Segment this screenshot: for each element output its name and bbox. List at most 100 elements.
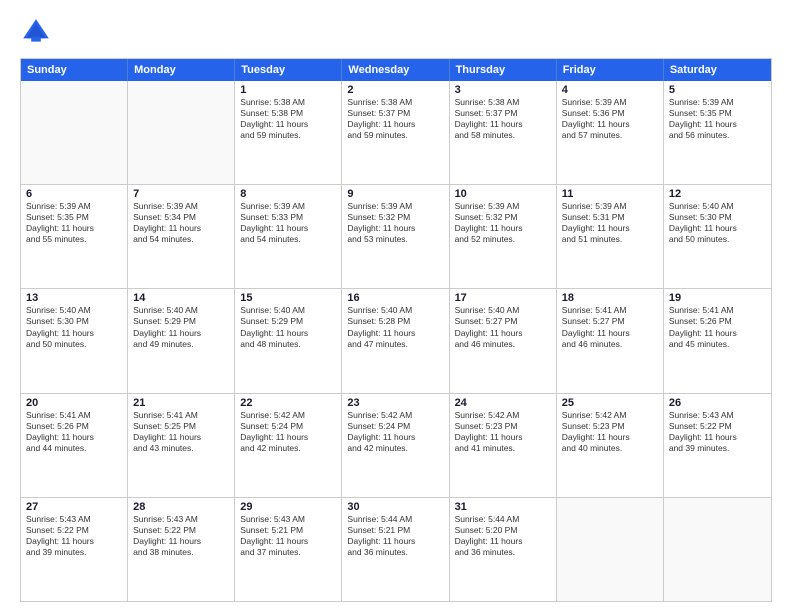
cell-info-line: Daylight: 11 hours [26, 432, 122, 443]
cell-info-line: and 36 minutes. [455, 547, 551, 558]
cell-info-line: Sunrise: 5:40 AM [26, 305, 122, 316]
cell-info-line: Sunrise: 5:39 AM [347, 201, 443, 212]
cell-info-line: Sunrise: 5:43 AM [133, 514, 229, 525]
day-number: 30 [347, 501, 443, 513]
cell-info-line: Sunrise: 5:39 AM [133, 201, 229, 212]
calendar-row-2: 6Sunrise: 5:39 AMSunset: 5:35 PMDaylight… [21, 184, 771, 288]
cell-info-line: Daylight: 11 hours [669, 223, 766, 234]
header-day-saturday: Saturday [664, 59, 771, 81]
cell-info-line: Sunrise: 5:38 AM [347, 97, 443, 108]
cell-info-line: and 42 minutes. [240, 443, 336, 454]
cell-info-line: Sunrise: 5:43 AM [26, 514, 122, 525]
cell-info-line: Sunrise: 5:42 AM [455, 410, 551, 421]
cell-info-line: and 54 minutes. [240, 234, 336, 245]
cell-info-line: Sunset: 5:38 PM [240, 108, 336, 119]
cell-info-line: Daylight: 11 hours [347, 328, 443, 339]
calendar-cell: 15Sunrise: 5:40 AMSunset: 5:29 PMDayligh… [235, 289, 342, 392]
calendar-cell: 1Sunrise: 5:38 AMSunset: 5:38 PMDaylight… [235, 81, 342, 184]
cell-info-line: Sunset: 5:37 PM [455, 108, 551, 119]
day-number: 28 [133, 501, 229, 513]
header-day-tuesday: Tuesday [235, 59, 342, 81]
header-day-monday: Monday [128, 59, 235, 81]
cell-info-line: Sunset: 5:33 PM [240, 212, 336, 223]
calendar-cell: 22Sunrise: 5:42 AMSunset: 5:24 PMDayligh… [235, 394, 342, 497]
calendar-cell: 13Sunrise: 5:40 AMSunset: 5:30 PMDayligh… [21, 289, 128, 392]
cell-info-line: Daylight: 11 hours [455, 119, 551, 130]
cell-info-line: and 39 minutes. [26, 547, 122, 558]
day-number: 22 [240, 397, 336, 409]
calendar-cell: 2Sunrise: 5:38 AMSunset: 5:37 PMDaylight… [342, 81, 449, 184]
cell-info-line: Sunset: 5:25 PM [133, 421, 229, 432]
calendar-cell: 26Sunrise: 5:43 AMSunset: 5:22 PMDayligh… [664, 394, 771, 497]
cell-info-line: Sunrise: 5:39 AM [669, 97, 766, 108]
calendar-cell: 5Sunrise: 5:39 AMSunset: 5:35 PMDaylight… [664, 81, 771, 184]
day-number: 23 [347, 397, 443, 409]
cell-info-line: Sunset: 5:21 PM [347, 525, 443, 536]
cell-info-line: Sunset: 5:22 PM [26, 525, 122, 536]
day-number: 14 [133, 292, 229, 304]
calendar-header: SundayMondayTuesdayWednesdayThursdayFrid… [21, 59, 771, 81]
cell-info-line: Daylight: 11 hours [455, 328, 551, 339]
cell-info-line: Sunrise: 5:41 AM [669, 305, 766, 316]
cell-info-line: Daylight: 11 hours [133, 536, 229, 547]
day-number: 5 [669, 84, 766, 96]
cell-info-line: and 50 minutes. [26, 339, 122, 350]
calendar-cell [128, 81, 235, 184]
header-day-thursday: Thursday [450, 59, 557, 81]
calendar-cell: 16Sunrise: 5:40 AMSunset: 5:28 PMDayligh… [342, 289, 449, 392]
cell-info-line: Sunset: 5:26 PM [26, 421, 122, 432]
cell-info-line: Daylight: 11 hours [562, 223, 658, 234]
calendar-row-4: 20Sunrise: 5:41 AMSunset: 5:26 PMDayligh… [21, 393, 771, 497]
cell-info-line: Sunrise: 5:38 AM [240, 97, 336, 108]
cell-info-line: Daylight: 11 hours [455, 223, 551, 234]
day-number: 4 [562, 84, 658, 96]
cell-info-line: and 54 minutes. [133, 234, 229, 245]
cell-info-line: and 52 minutes. [455, 234, 551, 245]
calendar-cell: 12Sunrise: 5:40 AMSunset: 5:30 PMDayligh… [664, 185, 771, 288]
day-number: 26 [669, 397, 766, 409]
cell-info-line: Daylight: 11 hours [133, 223, 229, 234]
day-number: 19 [669, 292, 766, 304]
cell-info-line: Sunset: 5:32 PM [455, 212, 551, 223]
calendar-cell: 11Sunrise: 5:39 AMSunset: 5:31 PMDayligh… [557, 185, 664, 288]
cell-info-line: Daylight: 11 hours [347, 536, 443, 547]
cell-info-line: and 51 minutes. [562, 234, 658, 245]
cell-info-line: and 37 minutes. [240, 547, 336, 558]
cell-info-line: and 59 minutes. [240, 130, 336, 141]
cell-info-line: Daylight: 11 hours [347, 119, 443, 130]
cell-info-line: and 56 minutes. [669, 130, 766, 141]
cell-info-line: Sunrise: 5:40 AM [455, 305, 551, 316]
calendar-cell: 20Sunrise: 5:41 AMSunset: 5:26 PMDayligh… [21, 394, 128, 497]
cell-info-line: Sunset: 5:36 PM [562, 108, 658, 119]
cell-info-line: Daylight: 11 hours [562, 119, 658, 130]
cell-info-line: Daylight: 11 hours [455, 536, 551, 547]
cell-info-line: Sunrise: 5:42 AM [347, 410, 443, 421]
day-number: 9 [347, 188, 443, 200]
cell-info-line: Sunset: 5:22 PM [133, 525, 229, 536]
day-number: 15 [240, 292, 336, 304]
cell-info-line: and 58 minutes. [455, 130, 551, 141]
calendar-cell: 28Sunrise: 5:43 AMSunset: 5:22 PMDayligh… [128, 498, 235, 601]
calendar-cell: 3Sunrise: 5:38 AMSunset: 5:37 PMDaylight… [450, 81, 557, 184]
cell-info-line: Sunset: 5:20 PM [455, 525, 551, 536]
calendar-row-1: 1Sunrise: 5:38 AMSunset: 5:38 PMDaylight… [21, 81, 771, 184]
cell-info-line: and 49 minutes. [133, 339, 229, 350]
cell-info-line: Sunset: 5:37 PM [347, 108, 443, 119]
cell-info-line: Daylight: 11 hours [562, 432, 658, 443]
cell-info-line: Sunrise: 5:41 AM [133, 410, 229, 421]
page: SundayMondayTuesdayWednesdayThursdayFrid… [0, 0, 792, 612]
cell-info-line: Sunrise: 5:39 AM [562, 97, 658, 108]
calendar-cell: 23Sunrise: 5:42 AMSunset: 5:24 PMDayligh… [342, 394, 449, 497]
cell-info-line: Sunset: 5:30 PM [669, 212, 766, 223]
cell-info-line: Sunset: 5:23 PM [562, 421, 658, 432]
day-number: 29 [240, 501, 336, 513]
calendar-cell: 27Sunrise: 5:43 AMSunset: 5:22 PMDayligh… [21, 498, 128, 601]
header-day-sunday: Sunday [21, 59, 128, 81]
calendar-cell: 19Sunrise: 5:41 AMSunset: 5:26 PMDayligh… [664, 289, 771, 392]
cell-info-line: Sunrise: 5:41 AM [26, 410, 122, 421]
cell-info-line: Sunrise: 5:39 AM [455, 201, 551, 212]
cell-info-line: and 48 minutes. [240, 339, 336, 350]
cell-info-line: Sunset: 5:30 PM [26, 316, 122, 327]
day-number: 20 [26, 397, 122, 409]
cell-info-line: and 40 minutes. [562, 443, 658, 454]
